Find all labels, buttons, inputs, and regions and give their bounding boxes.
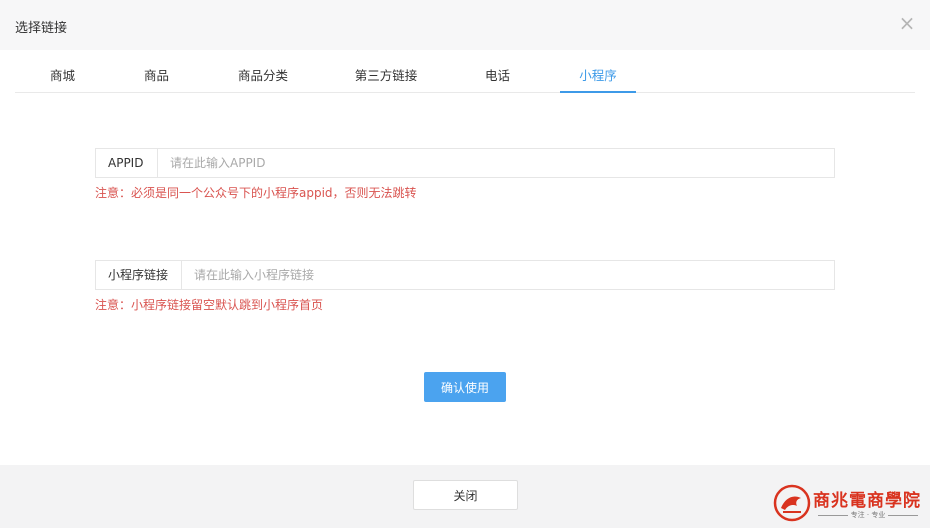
close-button[interactable]: 关闭 [413, 480, 518, 510]
dialog-header: 选择链接 × [0, 0, 930, 50]
tab-products[interactable]: 商品 [129, 58, 184, 93]
mini-link-input[interactable] [182, 261, 834, 289]
brand-watermark: 商兆電商學院 专注 · 专业 [773, 482, 925, 524]
link-type-tabs: 商城 商品 商品分类 第三方链接 电话 小程序 [15, 58, 915, 93]
brand-logo-icon [773, 484, 811, 522]
tab-third-party-link[interactable]: 第三方链接 [345, 58, 427, 93]
dialog-title: 选择链接 [15, 21, 68, 36]
close-icon[interactable]: × [898, 13, 916, 33]
brand-name: 商兆電商學院 [813, 491, 921, 511]
appid-note: 注意：必须是同一个公众号下的小程序appid，否则无法跳转 [95, 186, 417, 200]
brand-slogan: 专注 · 专业 [813, 510, 923, 520]
tab-mini-program[interactable]: 小程序 [560, 58, 636, 93]
mini-link-label: 小程序链接 [96, 261, 182, 289]
confirm-button[interactable]: 确认使用 [424, 372, 506, 402]
mini-link-field: 小程序链接 [95, 260, 835, 290]
tab-phone[interactable]: 电话 [470, 58, 525, 93]
tab-mall[interactable]: 商城 [35, 58, 90, 93]
appid-label: APPID [96, 149, 158, 177]
tab-product-category[interactable]: 商品分类 [228, 58, 298, 93]
appid-input[interactable] [158, 149, 834, 177]
appid-field: APPID [95, 148, 835, 178]
mini-link-note: 注意：小程序链接留空默认跳到小程序首页 [95, 298, 324, 312]
select-link-dialog: 选择链接 × 商城 商品 商品分类 第三方链接 电话 小程序 APPID 注意：… [0, 0, 930, 528]
